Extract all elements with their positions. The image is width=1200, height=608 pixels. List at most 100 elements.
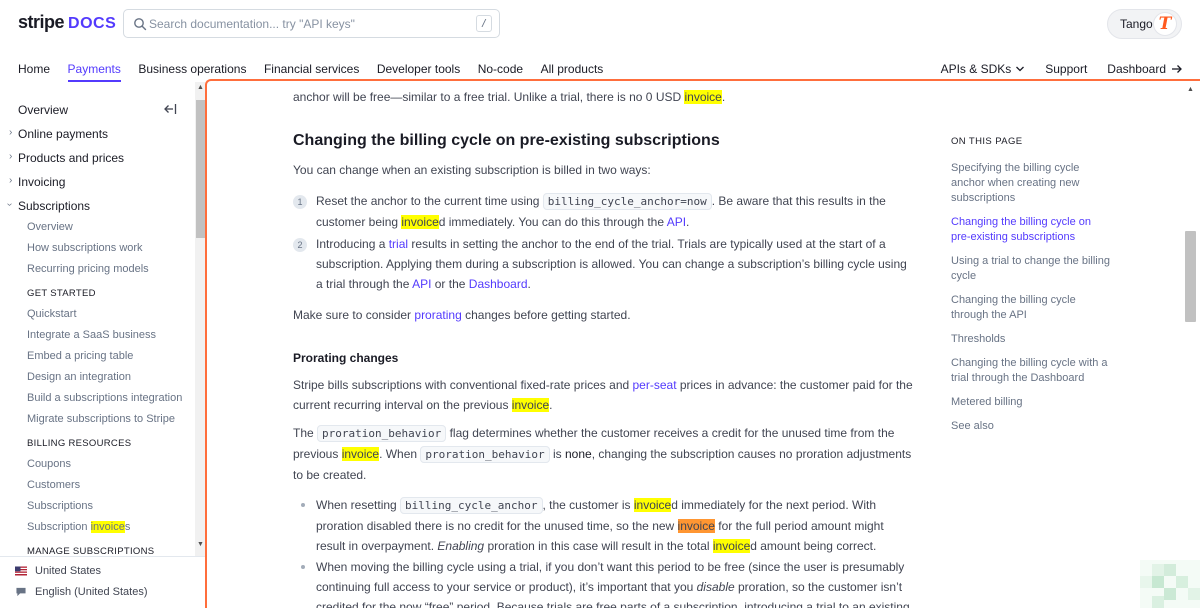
sidebar-item-label: Invoicing: [18, 175, 66, 189]
sidebar-item-invoicing[interactable]: › Invoicing: [9, 175, 66, 189]
text: .: [527, 277, 531, 291]
sidebar-section-manage-subscriptions: MANAGE SUBSCRIPTIONS: [27, 546, 155, 556]
sidebar-sub-how-subscriptions-work[interactable]: How subscriptions work: [27, 242, 143, 254]
chevron-right-icon: ›: [9, 151, 13, 162]
right-nav: APIs & SDKs Support Dashboard: [921, 62, 1183, 76]
main-scrollbar-thumb[interactable]: [1185, 231, 1196, 322]
section-heading: Changing the billing cycle on pre-existi…: [293, 132, 720, 149]
scroll-up-arrow-icon[interactable]: ▲: [1186, 86, 1195, 96]
toc-item-using-trial[interactable]: Using a trial to change the billing cycl…: [951, 254, 1111, 284]
text: .: [686, 215, 690, 229]
text: .: [549, 398, 553, 412]
toc-item-metered-billing[interactable]: Metered billing: [951, 395, 1111, 410]
bullet-1: When resetting billing_cycle_anchor, the…: [316, 495, 916, 556]
sidebar-item-overview[interactable]: Overview: [18, 103, 68, 117]
on-this-page-toc: ON THIS PAGE Specifying the billing cycl…: [951, 136, 1111, 432]
chevron-down-icon: ›: [4, 202, 16, 207]
api-link[interactable]: API: [412, 277, 431, 291]
value-none: none: [564, 447, 592, 461]
scroll-down-arrow-icon[interactable]: ▼: [196, 540, 205, 550]
sidebar-item-products-and-prices[interactable]: › Products and prices: [9, 151, 124, 165]
nav-home[interactable]: Home: [18, 62, 50, 82]
sidebar-sub-embed-pricing-table[interactable]: Embed a pricing table: [27, 350, 133, 362]
search-highlight: invoice: [341, 447, 380, 461]
sidebar-sub-coupons[interactable]: Coupons: [27, 458, 71, 470]
country-label: United States: [35, 565, 102, 577]
nav-payments[interactable]: Payments: [67, 62, 121, 82]
text: anchor will be free—similar to a free tr…: [293, 90, 685, 104]
toc-item-see-also[interactable]: See also: [951, 419, 1111, 434]
sidebar-item-label: Subscription: [27, 521, 91, 533]
sidebar-sub-design-integration[interactable]: Design an integration: [27, 371, 131, 383]
search-input[interactable]: [149, 13, 469, 34]
sidebar: Overview › Online payments › Products and …: [0, 82, 206, 556]
toc-item-specifying-anchor[interactable]: Specifying the billing cycle anchor when…: [951, 161, 1111, 206]
sidebar-item-label: Online payments: [18, 127, 109, 141]
toc-item-changing-pre-existing[interactable]: Changing the billing cycle on pre-existi…: [951, 215, 1111, 245]
sidebar-sub-customers[interactable]: Customers: [27, 479, 80, 491]
text: , the customer is: [542, 498, 634, 512]
nav-apis-sdks-label: APIs & SDKs: [940, 62, 1012, 76]
country-selector[interactable]: United States: [15, 565, 101, 577]
nav-dashboard[interactable]: Dashboard: [1107, 62, 1183, 76]
search-highlight: invoice: [684, 90, 722, 104]
toc-item-trial-dashboard[interactable]: Changing the billing cycle with a trial …: [951, 356, 1111, 386]
sidebar-sub-subscription-invoices[interactable]: Subscription invoices: [27, 521, 130, 533]
language-label: English (United States): [35, 586, 148, 598]
account-button[interactable]: Tango T: [1107, 9, 1182, 39]
sidebar-item-subscriptions[interactable]: › Subscriptions: [4, 199, 91, 213]
stripe-docs-logo[interactable]: stripe DOCS: [18, 12, 116, 33]
search-highlight: invoice: [401, 215, 439, 229]
toc-title: ON THIS PAGE: [951, 136, 1023, 147]
intro-paragraph: anchor will be free—similar to a free tr…: [293, 87, 918, 107]
logo-product: DOCS: [68, 15, 117, 32]
subsection-heading: Prorating changes: [293, 351, 399, 365]
language-selector[interactable]: English (United States): [15, 586, 148, 598]
search-highlight: invoice: [712, 539, 751, 553]
sidebar-sub-build-integration[interactable]: Build a subscriptions integration: [27, 392, 182, 404]
step-number-2: 2: [293, 238, 307, 252]
sidebar-sub-overview[interactable]: Overview: [27, 221, 73, 233]
sidebar-sub-migrate-subscriptions[interactable]: Migrate subscriptions to Stripe: [27, 413, 175, 425]
emphasis: Enabling: [437, 539, 485, 553]
sidebar-item-online-payments[interactable]: › Online payments: [9, 127, 109, 141]
trial-link[interactable]: trial: [389, 237, 408, 251]
step-number-1: 1: [293, 195, 307, 209]
chevron-right-icon: ›: [9, 175, 13, 186]
dashboard-link[interactable]: Dashboard: [469, 277, 528, 291]
per-seat-link[interactable]: per-seat: [633, 378, 677, 392]
bullet-dot: [301, 503, 305, 507]
collapse-sidebar-icon[interactable]: [163, 103, 177, 115]
prorating-link[interactable]: prorating: [414, 308, 461, 322]
search-highlight: invoice: [633, 498, 672, 512]
scroll-up-arrow-icon[interactable]: ▲: [196, 83, 205, 93]
us-flag-icon: [15, 566, 27, 576]
account-name: Tango: [1120, 17, 1153, 31]
sidebar-footer: United States English (United States): [0, 556, 206, 608]
text: d amount being correct.: [750, 539, 877, 553]
chevron-right-icon: ›: [9, 127, 13, 138]
step-1: Reset the anchor to the current time usi…: [316, 191, 916, 232]
inline-code: proration_behavior: [317, 425, 447, 442]
api-link[interactable]: API: [667, 215, 686, 229]
text: The: [293, 426, 318, 440]
chevron-down-icon: [1016, 66, 1025, 72]
toc-item-through-api[interactable]: Changing the billing cycle through the A…: [951, 293, 1111, 323]
sidebar-sub-recurring-pricing-models[interactable]: Recurring pricing models: [27, 263, 149, 275]
sidebar-sub-integrate-saas[interactable]: Integrate a SaaS business: [27, 329, 156, 341]
search-box[interactable]: /: [123, 9, 500, 38]
main-scrollbar-track[interactable]: [1183, 84, 1197, 608]
sidebar-scrollbar-thumb[interactable]: [196, 100, 205, 238]
nav-support[interactable]: Support: [1045, 62, 1087, 76]
nav-apis-sdks[interactable]: APIs & SDKs: [941, 62, 1026, 76]
text: or the: [431, 277, 469, 291]
sidebar-item-label: Subscriptions: [18, 199, 91, 213]
search-highlight: invoice: [511, 398, 550, 412]
account-avatar: T: [1153, 12, 1177, 36]
text: Make sure to consider: [293, 308, 415, 322]
toc-item-thresholds[interactable]: Thresholds: [951, 332, 1111, 347]
sidebar-sub-quickstart[interactable]: Quickstart: [27, 308, 77, 320]
bullet-2: When moving the billing cycle using a tr…: [316, 557, 916, 608]
sidebar-sub-subscriptions[interactable]: Subscriptions: [27, 500, 93, 512]
inline-code: proration_behavior: [420, 446, 550, 463]
